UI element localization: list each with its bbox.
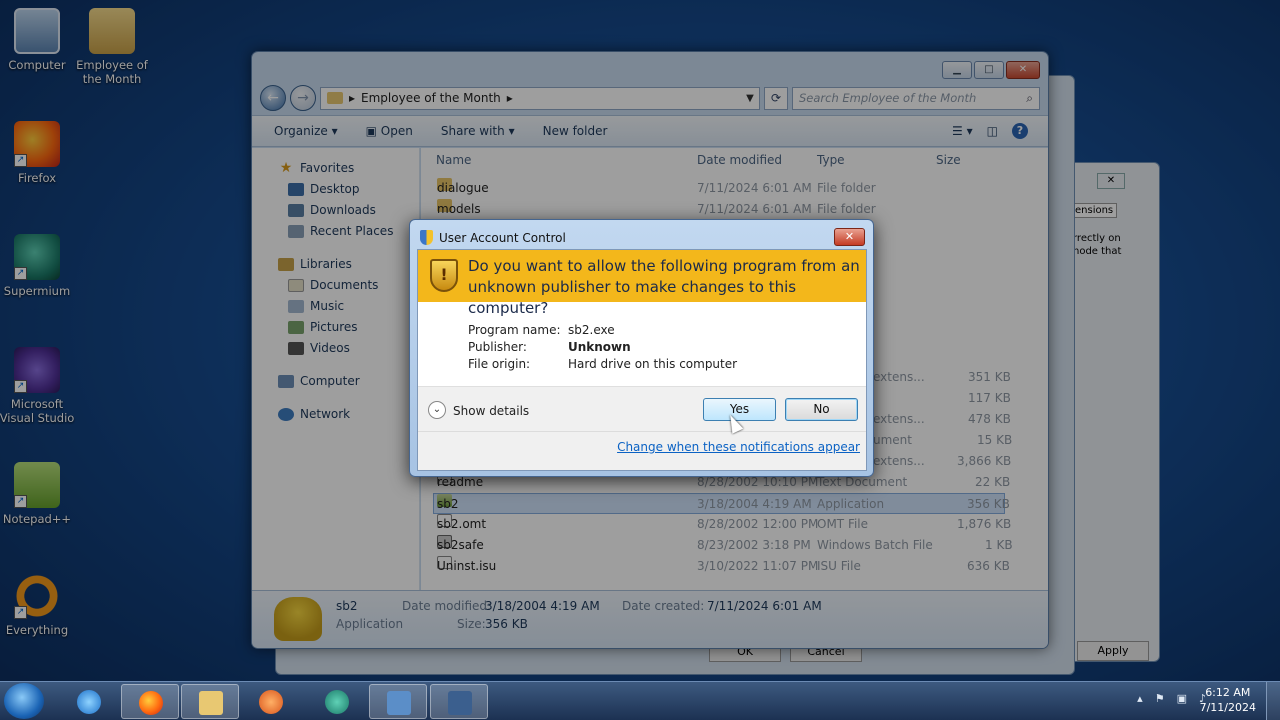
clock-date: 7/11/2024 <box>1199 701 1256 714</box>
show-details-toggle[interactable]: Show details <box>453 404 529 418</box>
publisher-value: Unknown <box>568 340 631 354</box>
program-name-value: sb2.exe <box>568 323 615 337</box>
folder-icon <box>199 691 223 715</box>
uac-body: ! Do you want to allow the following pro… <box>417 249 867 471</box>
app-window-icon <box>387 691 411 715</box>
program-info: Program name: sb2.exe Publisher: Unknown F… <box>468 322 737 373</box>
uac-dialog[interactable]: User Account Control ✕ ! Do you want to … <box>409 219 874 477</box>
file-origin-label: File origin: <box>468 357 531 371</box>
divider <box>418 431 866 432</box>
uac-warning-banner: ! Do you want to allow the following pro… <box>418 250 866 317</box>
file-origin-value: Hard drive on this computer <box>568 357 738 371</box>
taskbar-media-player[interactable] <box>242 684 300 719</box>
close-button[interactable]: ✕ <box>834 228 865 246</box>
media-player-icon <box>259 690 283 714</box>
clock-time: 6:12 AM <box>1205 686 1251 699</box>
uac-question: Do you want to allow the following progr… <box>468 257 860 317</box>
taskbar-supermium[interactable] <box>308 684 366 719</box>
action-center-icon[interactable]: ⚑ <box>1155 692 1165 705</box>
network-icon[interactable]: ▣ <box>1177 692 1187 705</box>
taskbar: ▴ ⚑ ▣ ♪ 6:12 AM 7/11/2024 <box>0 681 1280 720</box>
uac-footer: ⌄ Show details Yes No Change when these … <box>418 386 866 470</box>
taskbar-uac[interactable] <box>430 684 488 719</box>
taskbar-internet-explorer[interactable] <box>60 684 118 719</box>
show-hidden-icons-icon[interactable]: ▴ <box>1137 692 1143 705</box>
shield-icon <box>420 230 433 245</box>
uac-icon <box>448 691 472 715</box>
uac-title-bar: User Account Control <box>420 230 566 245</box>
program-name-label: Program name: <box>468 323 561 337</box>
supermium-icon <box>325 690 349 714</box>
yes-button[interactable]: Yes <box>703 398 776 421</box>
no-button[interactable]: No <box>785 398 858 421</box>
taskbar-explorer[interactable] <box>181 684 239 719</box>
chevron-down-icon[interactable]: ⌄ <box>428 401 446 419</box>
system-tray: ▴ ⚑ ▣ ♪ <box>1137 692 1206 705</box>
taskbar-app[interactable] <box>369 684 427 719</box>
uac-title: User Account Control <box>439 230 566 245</box>
internet-explorer-icon <box>77 690 101 714</box>
start-button[interactable] <box>4 683 44 719</box>
publisher-label: Publisher: <box>468 340 527 354</box>
warning-shield-icon: ! <box>430 259 458 292</box>
change-notifications-link[interactable]: Change when these notifications appear <box>617 440 860 454</box>
clock[interactable]: 6:12 AM 7/11/2024 <box>1200 685 1256 715</box>
show-desktop-button[interactable] <box>1266 682 1280 720</box>
firefox-icon <box>139 691 163 715</box>
taskbar-firefox[interactable] <box>121 684 179 719</box>
